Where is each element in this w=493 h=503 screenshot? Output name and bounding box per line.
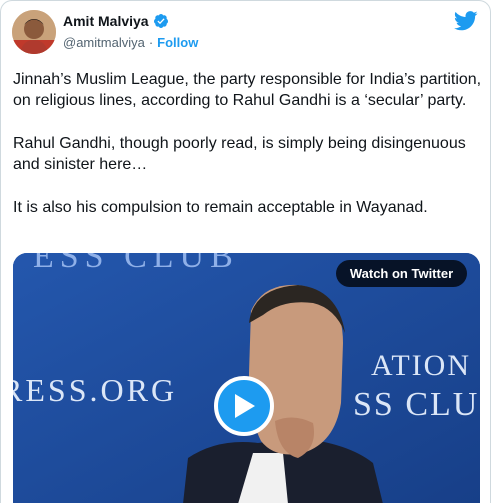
backdrop-text-right-top: ATION [371,349,471,382]
verified-badge-icon [153,14,168,28]
author-handle-row: @amitmalviya · Follow [63,35,198,50]
tweet-card: Amit Malviya @amitmalviya · Follow Jinna… [0,0,491,503]
tweet-paragraph: Rahul Gandhi, though poorly read, is sim… [13,135,466,173]
tweet-paragraph: Jinnah’s Muslim League, the party respon… [13,71,482,109]
watch-on-twitter-button[interactable]: Watch on Twitter [336,260,467,287]
backdrop-text-left: RESS.ORG [13,372,177,408]
tweet-text: Jinnah’s Muslim League, the party respon… [13,69,483,240]
play-icon [235,394,255,418]
play-button[interactable] [214,376,274,436]
author-handle[interactable]: @amitmalviya [63,35,145,50]
author-name[interactable]: Amit Malviya [63,13,149,29]
avatar[interactable] [12,10,56,54]
twitter-bird-icon[interactable] [454,11,478,31]
separator-dot: · [148,35,154,50]
author-name-row: Amit Malviya [63,13,169,29]
backdrop-text-top: ESS CLUB [33,253,239,275]
backdrop-text-right-bottom: SS CLU [353,386,479,423]
follow-button[interactable]: Follow [157,35,198,50]
tweet-paragraph: It is also his compulsion to remain acce… [13,199,428,216]
